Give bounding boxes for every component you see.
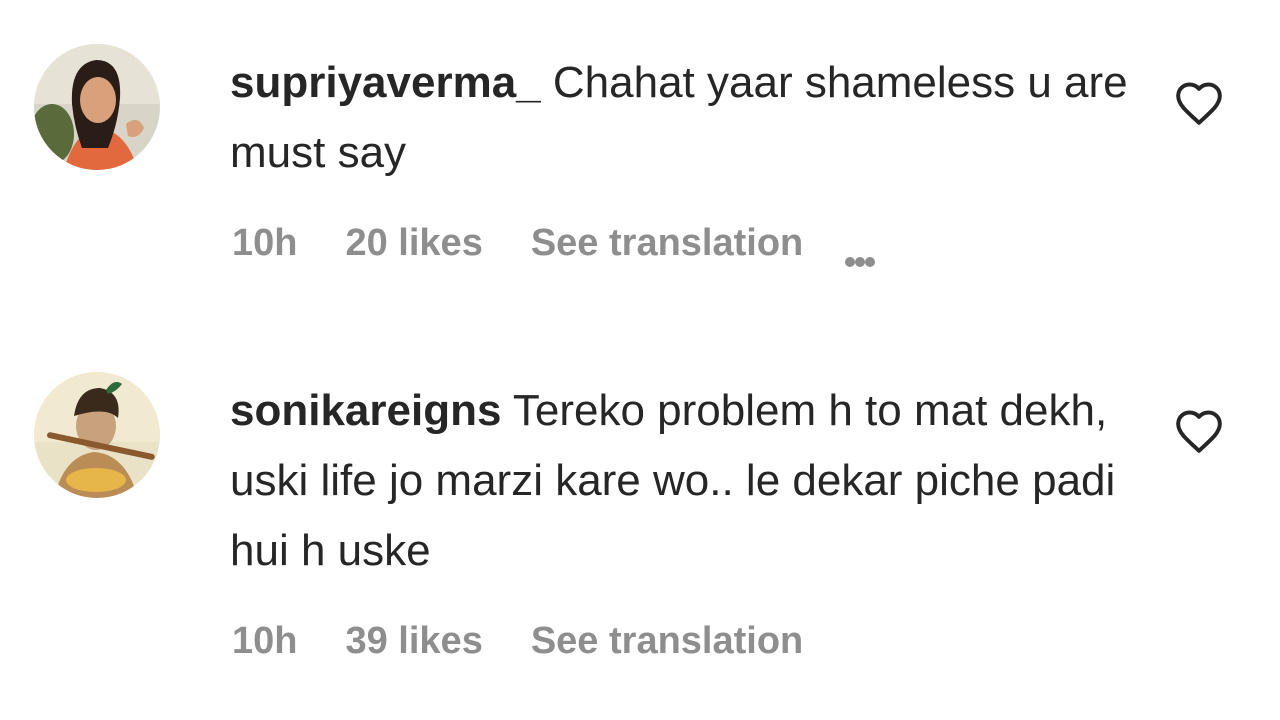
avatar[interactable] [34, 44, 160, 170]
avatar[interactable] [34, 372, 160, 498]
comment-item: supriyaverma_ Chahat yaar shameless u ar… [0, 0, 1280, 330]
comment-meta: 10h 20 likes See translation [232, 222, 876, 267]
heart-outline-icon[interactable] [1174, 408, 1224, 454]
comment-time[interactable]: 10h [232, 222, 297, 265]
comment-username[interactable]: sonikareigns [230, 386, 501, 435]
comment-likes[interactable]: 20 likes [345, 222, 482, 265]
see-translation-button[interactable]: See translation [531, 620, 803, 663]
comment-meta: 10h 39 likes See translation [232, 620, 845, 663]
comment-body: sonikareigns Tereko problem h to mat dek… [230, 376, 1130, 586]
comment-body: supriyaverma_ Chahat yaar shameless u ar… [230, 48, 1130, 188]
heart-outline-icon[interactable] [1174, 80, 1224, 126]
ellipsis-icon[interactable] [845, 234, 876, 267]
comment-likes[interactable]: 39 likes [345, 620, 482, 663]
comment-username[interactable]: supriyaverma_ [230, 58, 541, 107]
comment-time[interactable]: 10h [232, 620, 297, 663]
see-translation-button[interactable]: See translation [531, 222, 803, 265]
comment-item: sonikareigns Tereko problem h to mat dek… [0, 330, 1280, 720]
comment-list: supriyaverma_ Chahat yaar shameless u ar… [0, 0, 1280, 720]
